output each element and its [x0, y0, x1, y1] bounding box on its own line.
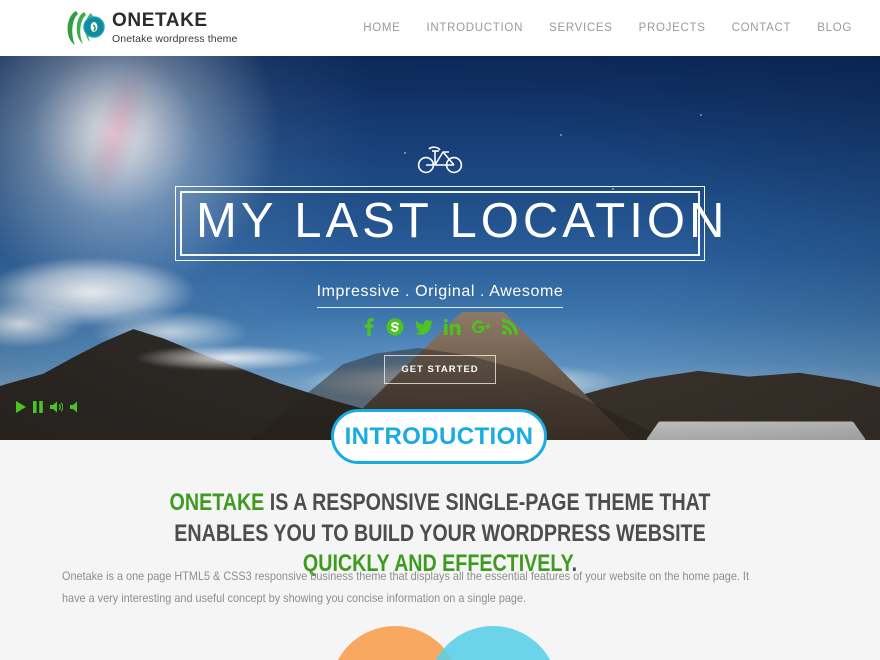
introduction-section: INTRODUCTION ONETAKE IS A RESPONSIVE SIN… — [0, 409, 880, 660]
social-links — [363, 318, 518, 336]
pause-icon[interactable] — [33, 401, 43, 413]
slider-player-controls — [16, 401, 79, 413]
hero-banner: MY LAST LOCATION Impressive . Original .… — [0, 56, 880, 440]
skype-icon[interactable] — [385, 318, 404, 336]
twitter-icon[interactable] — [414, 318, 433, 336]
nav-item-home[interactable]: HOME — [363, 22, 400, 34]
facebook-icon[interactable] — [363, 318, 375, 336]
volume-up-icon[interactable] — [50, 401, 63, 413]
bicycle-icon — [416, 144, 464, 174]
nav-item-contact[interactable]: CONTACT — [732, 22, 792, 34]
brand-text: ONETAKE Onetake wordpress theme — [112, 11, 237, 44]
introduction-badge-label: INTRODUCTION — [344, 422, 534, 450]
google-plus-icon[interactable] — [471, 318, 491, 336]
hero-subtitle: Impressive . Original . Awesome — [316, 283, 564, 308]
hero-title: MY LAST LOCATION — [196, 194, 729, 248]
introduction-badge[interactable]: INTRODUCTION — [331, 409, 547, 464]
nav-item-projects[interactable]: PROJECTS — [639, 22, 706, 34]
section-body-text: Onetake is a one page HTML5 & CSS3 respo… — [62, 570, 749, 605]
brand-tagline: Onetake wordpress theme — [112, 33, 238, 46]
feature-circle-cyan — [428, 626, 558, 660]
site-header: ONETAKE Onetake wordpress theme HOME INT… — [0, 0, 880, 56]
main-navigation: HOME INTRODUCTION SERVICES PROJECTS CONT… — [363, 22, 852, 34]
hero-title-inner-frame: MY LAST LOCATION — [180, 191, 729, 256]
nav-item-introduction[interactable]: INTRODUCTION — [427, 22, 524, 34]
page-root: ONETAKE Onetake wordpress theme HOME INT… — [0, 0, 880, 660]
nav-item-services[interactable]: SERVICES — [549, 22, 613, 34]
nav-item-blog[interactable]: BLOG — [817, 22, 852, 34]
linkedin-icon[interactable] — [443, 318, 461, 336]
hero-content: MY LAST LOCATION Impressive . Original .… — [0, 56, 880, 440]
onetake-swoosh-logo-icon — [62, 8, 106, 48]
brand-logo[interactable]: ONETAKE Onetake wordpress theme — [62, 8, 237, 48]
feature-circles — [0, 626, 880, 660]
hero-title-frame: MY LAST LOCATION — [175, 186, 729, 261]
play-icon[interactable] — [16, 401, 26, 413]
rss-icon[interactable] — [501, 318, 518, 336]
volume-down-icon[interactable] — [70, 401, 79, 413]
get-started-button[interactable]: GET STARTED — [384, 355, 496, 384]
brand-wordmark: ONETAKE — [112, 10, 208, 32]
headline-highlight-brand: ONETAKE — [169, 489, 265, 516]
